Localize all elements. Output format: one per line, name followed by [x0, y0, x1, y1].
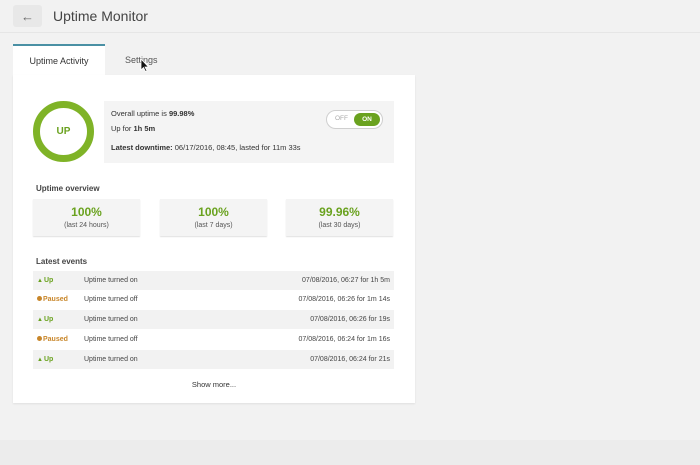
uptime-activity-panel: UP Overall uptime is 99.98% Up for 1h 5m…: [13, 75, 415, 403]
toggle-on-knob: ON: [354, 113, 380, 126]
event-row: Paused Uptime turned off 07/08/2016, 06:…: [33, 290, 394, 309]
event-status: ▲Up: [37, 277, 54, 284]
latest-downtime-text: Latest downtime: 06/17/2016, 08:45, last…: [111, 143, 301, 152]
up-for-text: Up for 1h 5m: [111, 124, 156, 133]
tab-uptime-activity[interactable]: Uptime Activity: [13, 44, 105, 75]
back-button[interactable]: ←: [13, 5, 42, 27]
event-description: Uptime turned off: [84, 336, 138, 343]
paused-dot-icon: [37, 296, 42, 301]
event-time: 07/08/2016, 06:27 for 1h 5m: [302, 277, 390, 284]
overview-pct: 99.96%: [319, 205, 360, 219]
toggle-off-label: OFF: [335, 115, 348, 122]
overview-card-24h: 100% (last 24 hours): [33, 199, 140, 236]
up-arrow-icon: ▲: [37, 357, 43, 363]
latest-events-title: Latest events: [36, 257, 88, 266]
overall-uptime-text: Overall uptime is 99.98%: [111, 109, 195, 118]
header-bar: ← Uptime Monitor: [0, 0, 700, 33]
uptime-status-ring: UP: [33, 101, 94, 162]
overview-period: (last 24 hours): [64, 222, 109, 229]
event-status: Paused: [37, 296, 68, 303]
event-row: Paused Uptime turned off 07/08/2016, 06:…: [33, 330, 394, 349]
mouse-cursor-icon: [140, 58, 150, 72]
overview-pct: 100%: [198, 205, 229, 219]
uptime-overview-title: Uptime overview: [36, 184, 100, 193]
event-status: Paused: [37, 336, 68, 343]
event-row: ▲Up Uptime turned on 07/08/2016, 06:24 f…: [33, 350, 394, 369]
overview-period: (last 30 days): [318, 222, 361, 229]
event-time: 07/08/2016, 06:26 for 19s: [310, 316, 390, 323]
event-status: ▲Up: [37, 316, 54, 323]
overview-period: (last 7 days): [194, 222, 233, 229]
overview-card-7d: 100% (last 7 days): [160, 199, 267, 236]
paused-dot-icon: [37, 336, 42, 341]
event-description: Uptime turned on: [84, 316, 138, 323]
event-status: ▲Up: [37, 356, 54, 363]
tab-bar: Uptime Activity Settings: [13, 44, 175, 75]
overall-uptime-value: 99.98%: [168, 109, 195, 118]
event-description: Uptime turned off: [84, 296, 138, 303]
event-row: ▲Up Uptime turned on 07/08/2016, 06:27 f…: [33, 271, 394, 290]
overview-card-30d: 99.96% (last 30 days): [286, 199, 393, 236]
event-description: Uptime turned on: [84, 277, 138, 284]
monitor-toggle[interactable]: OFF ON: [326, 110, 383, 129]
show-more-link[interactable]: Show more...: [13, 380, 415, 389]
overview-pct: 100%: [71, 205, 102, 219]
page-title: Uptime Monitor: [53, 8, 148, 24]
up-for-value: 1h 5m: [133, 124, 156, 133]
back-arrow-icon: ←: [21, 8, 34, 24]
up-arrow-icon: ▲: [37, 278, 43, 284]
event-row: ▲Up Uptime turned on 07/08/2016, 06:26 f…: [33, 310, 394, 329]
uptime-status-label: UP: [56, 126, 71, 137]
event-time: 07/08/2016, 06:26 for 1m 14s: [298, 296, 390, 303]
status-summary: Overall uptime is 99.98% Up for 1h 5m La…: [104, 101, 394, 163]
event-time: 07/08/2016, 06:24 for 21s: [310, 356, 390, 363]
event-time: 07/08/2016, 06:24 for 1m 16s: [298, 336, 390, 343]
up-arrow-icon: ▲: [37, 317, 43, 323]
event-description: Uptime turned on: [84, 356, 138, 363]
footer-strip: [0, 440, 700, 465]
